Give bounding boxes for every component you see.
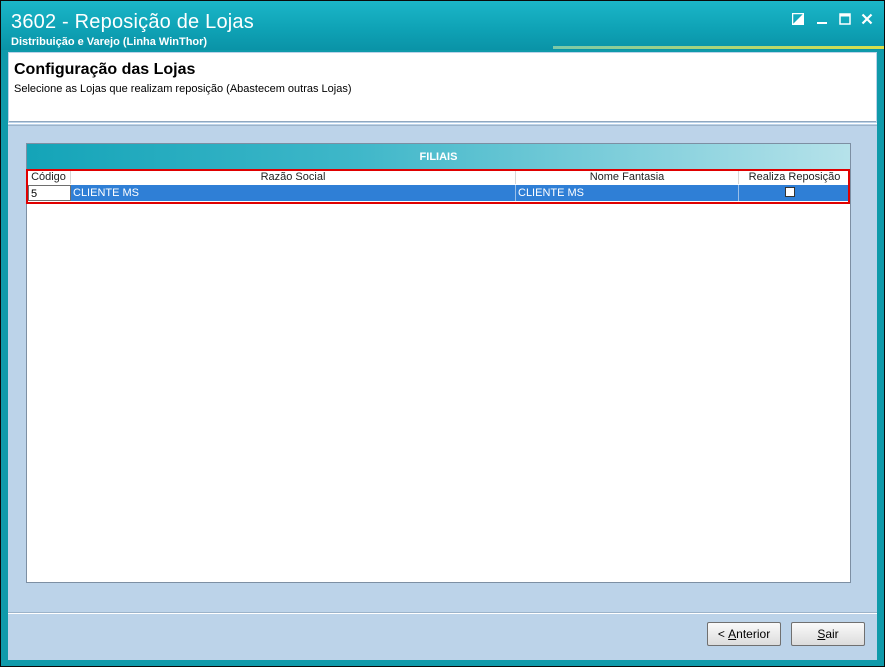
- page-title: Configuração das Lojas: [14, 61, 196, 78]
- maximize-icon[interactable]: [835, 10, 855, 28]
- cell-codigo[interactable]: 5: [28, 185, 71, 201]
- column-header-realiza-reposicao[interactable]: Realiza Reposição: [739, 170, 850, 184]
- realiza-reposicao-checkbox[interactable]: [785, 187, 795, 197]
- window-subtitle: Distribuição e Varejo (Linha WinThor): [11, 36, 208, 48]
- title-bar[interactable]: 3602 - Reposição de Lojas Distribuição e…: [1, 1, 884, 50]
- window-title: 3602 - Reposição de Lojas: [11, 11, 254, 33]
- column-header-nome-fantasia[interactable]: Nome Fantasia: [516, 170, 739, 184]
- filiais-panel: FILIAIS Código Razão Social Nome Fantasi…: [26, 143, 851, 583]
- column-header-codigo[interactable]: Código: [27, 170, 71, 184]
- anterior-button[interactable]: < Anterior: [707, 622, 781, 646]
- sair-accel-key: S: [817, 627, 826, 641]
- cell-nome-fantasia[interactable]: CLIENTE MS: [516, 185, 739, 201]
- header-divider: [8, 123, 877, 124]
- close-icon[interactable]: [857, 10, 877, 28]
- sair-button[interactable]: Sair: [791, 622, 865, 646]
- main-window: 3602 - Reposição de Lojas Distribuição e…: [0, 0, 885, 667]
- cell-razao-social[interactable]: CLIENTE MS: [71, 185, 516, 201]
- header-divider-shadow: [8, 125, 877, 126]
- restore-icon[interactable]: [788, 10, 808, 28]
- column-header-razao-social[interactable]: Razão Social: [71, 170, 516, 184]
- minimize-icon[interactable]: [812, 10, 832, 28]
- page-header: Configuração das Lojas Selecione as Loja…: [9, 53, 876, 122]
- anterior-accel-key: A: [728, 627, 737, 641]
- sair-label-rest: air: [825, 627, 839, 641]
- footer-divider-light: [8, 613, 877, 614]
- anterior-prefix: <: [717, 627, 729, 641]
- page-description: Selecione as Lojas que realizam reposiçã…: [14, 83, 352, 95]
- title-accent-bar: [553, 46, 884, 49]
- anterior-label-rest: nterior: [736, 627, 771, 641]
- client-area: Configuração das Lojas Selecione as Loja…: [8, 52, 877, 660]
- grid-header: Código Razão Social Nome Fantasia Realiz…: [27, 170, 850, 184]
- panel-title: FILIAIS: [27, 144, 850, 169]
- table-row[interactable]: 5 CLIENTE MS CLIENTE MS: [27, 185, 850, 201]
